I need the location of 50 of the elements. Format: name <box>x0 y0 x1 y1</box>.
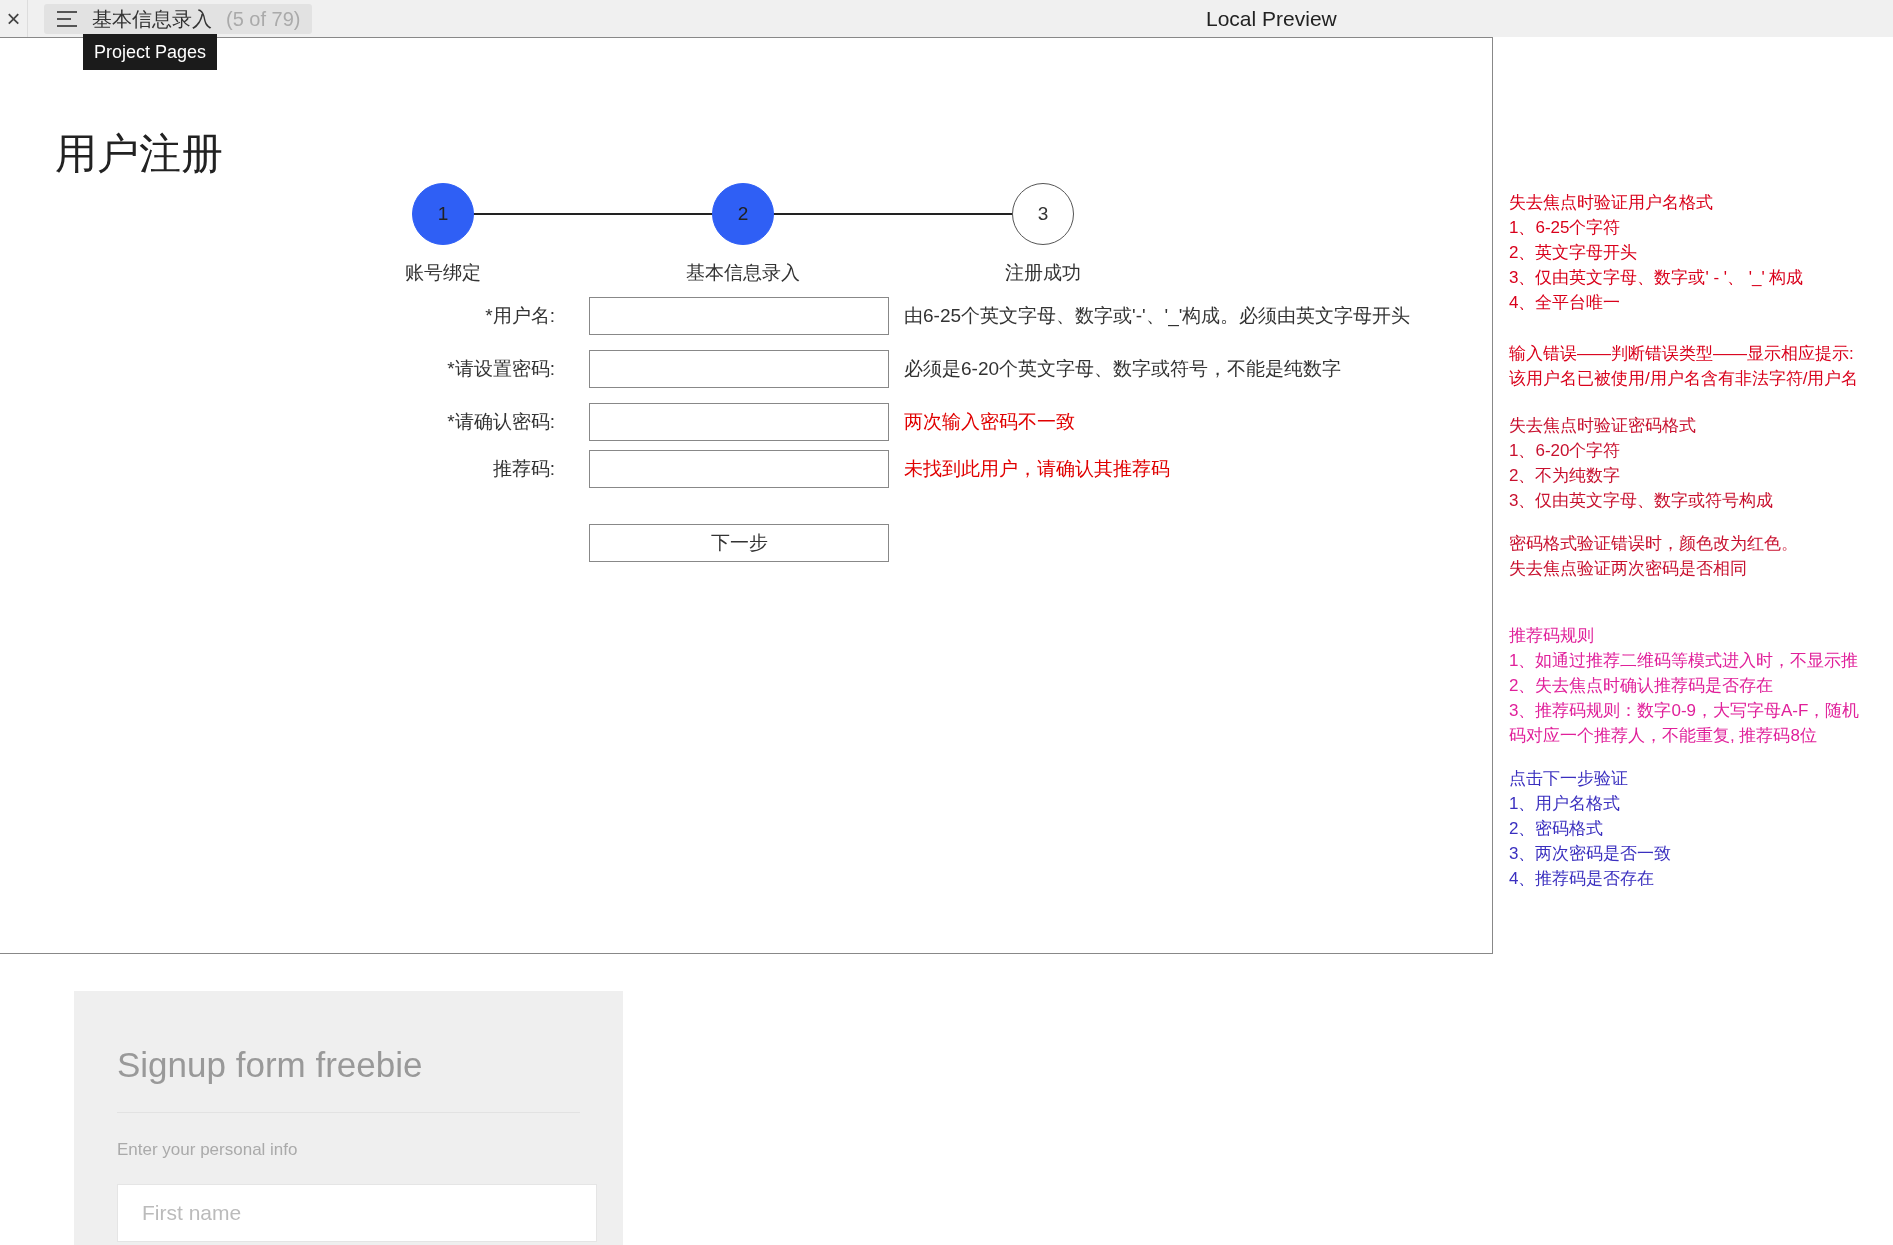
text-field[interactable] <box>589 403 889 441</box>
note-line: 推荐码规则 <box>1509 625 1595 647</box>
step-label: 基本信息录入 <box>686 261 800 285</box>
note-line: 失去焦点时验证密码格式 <box>1509 415 1697 437</box>
card-title: Signup form freebie <box>117 1039 580 1113</box>
next-button[interactable]: 下一步 <box>589 524 889 562</box>
text-field[interactable] <box>589 350 889 388</box>
note-line: 1、如通过推荐二维码等模式进入时，不显示推 <box>1509 650 1860 672</box>
text-field[interactable] <box>589 450 889 488</box>
note-line: 4、推荐码是否存在 <box>1509 868 1656 890</box>
note-line: 3、仅由英文字母、数字或' - '、 '_' 构成 <box>1509 267 1805 289</box>
page-title: 基本信息录入 <box>92 6 212 32</box>
note-line: 1、6-25个字符 <box>1509 217 1622 239</box>
tooltip: Project Pages <box>83 34 218 70</box>
note-line: 3、两次密码是否一致 <box>1509 843 1673 865</box>
close-button[interactable]: × <box>0 0 28 37</box>
note-line: 该用户名已被使用/用户名含有非法字符/用户名 <box>1509 368 1860 390</box>
note-line: 密码格式验证错误时，颜色改为红色。 <box>1509 533 1799 555</box>
field-label: *请确认密码: <box>446 409 555 434</box>
field-hint: 由6-25个英文字母、数字或'-'、'_'构成。必须由英文字母开头 <box>904 303 1411 329</box>
step-label: 账号绑定 <box>405 261 481 285</box>
note-line: 1、6-20个字符 <box>1509 440 1622 462</box>
field-label: 推荐码: <box>491 456 555 481</box>
page-selector[interactable]: 基本信息录入 (5 of 79) <box>44 3 313 34</box>
step-label: 注册成功 <box>1005 261 1081 285</box>
note-line: 失去焦点时验证用户名格式 <box>1509 192 1714 214</box>
field-hint: 必须是6-20个英文字母、数字或符号，不能是纯数字 <box>904 356 1342 381</box>
field-label: *请设置密码: <box>446 356 555 381</box>
note-line: 1、用户名格式 <box>1509 793 1622 815</box>
note-line: 4、全平台唯一 <box>1509 292 1622 314</box>
note-line: 2、密码格式 <box>1509 818 1605 840</box>
note-line: 3、仅由英文字母、数字或符号构成 <box>1509 490 1775 512</box>
note-line: 码对应一个推荐人，不能重复, 推荐码8位 <box>1509 725 1818 747</box>
page-count: (5 of 79) <box>226 6 301 32</box>
field-label: *用户名: <box>484 303 555 328</box>
note-line: 2、失去焦点时确认推荐码是否存在 <box>1509 675 1775 697</box>
note-line: 失去焦点验证两次密码是否相同 <box>1509 558 1748 580</box>
card-subtitle: Enter your personal info <box>117 1138 299 1161</box>
note-line: 输入错误——判断错误类型——显示相应提示: <box>1509 343 1855 365</box>
note-line: 2、英文字母开头 <box>1509 242 1639 264</box>
note-line: 3、推荐码规则：数字0-9，大写字母A-F，随机 <box>1509 700 1860 722</box>
text-field[interactable] <box>589 297 889 335</box>
field-hint: 未找到此用户，请确认其推荐码 <box>904 456 1170 481</box>
first-name-field[interactable]: First name <box>117 1184 597 1242</box>
menu-icon <box>56 9 78 28</box>
field-hint: 两次输入密码不一致 <box>904 409 1075 434</box>
preview-title: Local Preview <box>1206 5 1337 32</box>
note-line: 2、不为纯数字 <box>1509 465 1622 487</box>
page-title: 用户注册 <box>55 133 224 175</box>
note-line: 点击下一步验证 <box>1509 768 1629 790</box>
